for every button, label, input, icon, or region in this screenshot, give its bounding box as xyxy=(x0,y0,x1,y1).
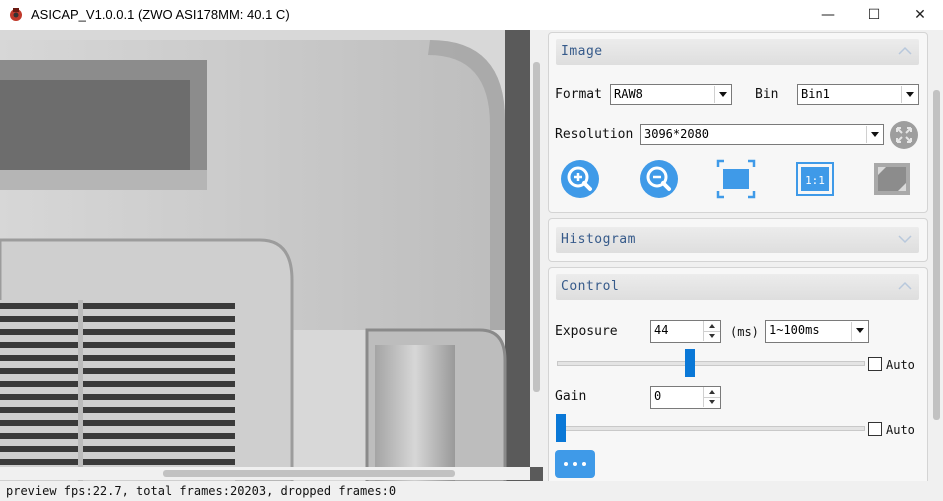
preview-image xyxy=(0,30,543,482)
resolution-value: 3096*2080 xyxy=(644,127,710,141)
exposure-slider-thumb[interactable] xyxy=(685,349,695,377)
exposure-label: Exposure xyxy=(555,324,618,339)
status-bar: preview fps:22.7, total frames:20203, dr… xyxy=(0,481,943,501)
close-icon: ✕ xyxy=(914,7,926,23)
chevron-down-icon xyxy=(866,126,882,143)
exposure-spinbox[interactable] xyxy=(650,320,721,343)
bin-value: Bin1 xyxy=(801,87,830,101)
exposure-range-select[interactable]: 1~100ms xyxy=(765,320,869,343)
chevron-up-icon[interactable] xyxy=(897,278,913,294)
bin-select[interactable]: Bin1 xyxy=(797,84,919,105)
minimize-button[interactable]: — xyxy=(805,0,851,30)
format-select[interactable]: RAW8 xyxy=(610,84,732,105)
exposure-input[interactable] xyxy=(654,323,699,337)
svg-text:1:1: 1:1 xyxy=(805,174,825,187)
status-text: preview fps:22.7, total frames:20203, dr… xyxy=(6,484,397,498)
fit-to-window-icon[interactable] xyxy=(716,159,756,199)
exposure-slider[interactable] xyxy=(557,361,865,366)
preview-horizontal-scrollbar[interactable] xyxy=(0,467,530,480)
settings-vertical-scrollbar[interactable] xyxy=(930,30,943,481)
preview-vertical-scrollbar[interactable] xyxy=(530,30,543,467)
zoom-out-icon[interactable] xyxy=(639,159,679,199)
roi-center-icon[interactable] xyxy=(888,119,920,151)
format-label: Format xyxy=(555,87,602,102)
title-bar: ASICAP_V1.0.0.1 (ZWO ASI178MM: 40.1 C) —… xyxy=(0,0,943,30)
preview-horizontal-scroll-thumb[interactable] xyxy=(163,470,455,477)
gain-auto-checkbox[interactable] xyxy=(868,422,882,436)
chevron-down-icon xyxy=(851,322,867,341)
control-group-header[interactable]: Control xyxy=(556,274,919,300)
gain-spinbox[interactable] xyxy=(650,386,721,409)
gain-slider-thumb[interactable] xyxy=(556,414,566,442)
control-group: Control xyxy=(548,267,928,482)
maximize-icon: ☐ xyxy=(867,7,881,23)
app-icon xyxy=(10,8,22,21)
histogram-group-header[interactable]: Histogram xyxy=(556,227,919,253)
minimize-icon: — xyxy=(821,7,835,23)
maximize-button[interactable]: ☐ xyxy=(851,0,897,30)
histogram-group: Histogram xyxy=(548,218,928,262)
image-group-title: Image xyxy=(561,44,603,59)
control-group-title: Control xyxy=(561,279,620,294)
gain-slider[interactable] xyxy=(557,426,865,431)
gain-input[interactable] xyxy=(654,389,699,403)
gain-label: Gain xyxy=(555,389,587,404)
more-settings-button[interactable] xyxy=(555,450,595,478)
camera-preview[interactable] xyxy=(0,30,543,482)
fullscreen-icon[interactable] xyxy=(872,159,912,199)
chevron-down-icon[interactable] xyxy=(897,231,913,247)
exposure-decrement-button[interactable] xyxy=(703,331,720,341)
actual-size-icon[interactable]: 1:1 xyxy=(795,159,835,199)
bin-label: Bin xyxy=(755,87,779,102)
settings-vertical-scroll-thumb[interactable] xyxy=(933,90,940,420)
exposure-range-value: 1~100ms xyxy=(769,323,820,337)
exposure-unit: (ms) xyxy=(730,325,759,339)
close-button[interactable]: ✕ xyxy=(897,0,943,30)
more-dots-icon xyxy=(564,462,586,466)
exposure-auto-checkbox[interactable] xyxy=(868,357,882,371)
gain-auto-label: Auto xyxy=(886,423,915,437)
resolution-select[interactable]: 3096*2080 xyxy=(640,124,884,145)
chevron-down-icon xyxy=(901,86,917,103)
chevron-down-icon xyxy=(714,86,730,103)
zoom-in-icon[interactable] xyxy=(560,159,600,199)
preview-vertical-scroll-thumb[interactable] xyxy=(533,62,540,392)
gain-decrement-button[interactable] xyxy=(703,397,720,407)
resolution-label: Resolution xyxy=(555,127,634,142)
window-title: ASICAP_V1.0.0.1 (ZWO ASI178MM: 40.1 C) xyxy=(31,7,290,22)
chevron-up-icon[interactable] xyxy=(897,43,913,59)
exposure-auto-label: Auto xyxy=(886,358,915,372)
image-group-header[interactable]: Image xyxy=(556,39,919,65)
histogram-group-title: Histogram xyxy=(561,232,636,247)
format-value: RAW8 xyxy=(614,87,643,101)
